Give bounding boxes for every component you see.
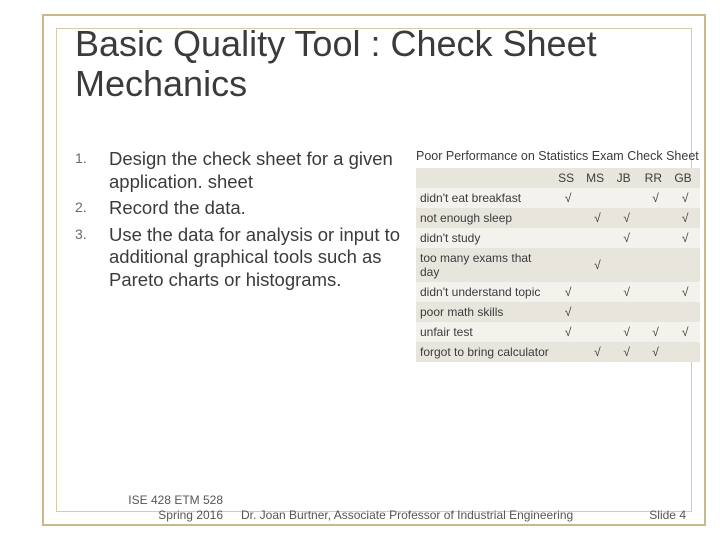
mark-cell: √ xyxy=(554,322,582,342)
footer: ISE 428 ETM 528 Spring 2016 Dr. Joan Bur… xyxy=(95,493,690,522)
mark-cell: √ xyxy=(641,322,671,342)
mark-cell: √ xyxy=(670,208,700,228)
mark-cell: √ xyxy=(554,282,582,302)
mark-cell xyxy=(641,208,671,228)
row-label: unfair test xyxy=(416,322,554,342)
mark-cell xyxy=(670,342,700,362)
mark-cell xyxy=(582,188,612,208)
mark-cell: √ xyxy=(670,228,700,248)
table-row: too many exams that day √ xyxy=(416,248,700,282)
col-header: MS xyxy=(582,168,612,188)
mark-cell xyxy=(582,228,612,248)
mark-cell xyxy=(641,282,671,302)
table-row: not enough sleep √ √ √ xyxy=(416,208,700,228)
slide-title: Basic Quality Tool : Check Sheet Mechani… xyxy=(75,24,680,103)
footer-author: Dr. Joan Burtner, Associate Professor of… xyxy=(235,508,620,522)
table-row: poor math skills √ xyxy=(416,302,700,322)
mark-cell: √ xyxy=(641,342,671,362)
row-label: forgot to bring calculator xyxy=(416,342,554,362)
steps-list: Design the check sheet for a given appli… xyxy=(75,148,410,362)
table-row: forgot to bring calculator √ √ √ xyxy=(416,342,700,362)
content-row: Design the check sheet for a given appli… xyxy=(75,148,700,362)
mark-cell: √ xyxy=(670,322,700,342)
list-item: Record the data. xyxy=(75,197,410,220)
row-label: didn't eat breakfast xyxy=(416,188,554,208)
col-header: SS xyxy=(554,168,582,188)
mark-cell: √ xyxy=(670,282,700,302)
mark-cell xyxy=(554,228,582,248)
mark-cell: √ xyxy=(613,228,641,248)
mark-cell xyxy=(641,228,671,248)
list-item: Design the check sheet for a given appli… xyxy=(75,148,410,193)
check-sheet: Poor Performance on Statistics Exam Chec… xyxy=(416,148,700,362)
mark-cell: √ xyxy=(554,302,582,322)
list-item: Use the data for analysis or input to ad… xyxy=(75,224,410,292)
mark-cell: √ xyxy=(670,188,700,208)
check-sheet-title: Poor Performance on Statistics Exam Chec… xyxy=(416,148,700,164)
table-row: didn't eat breakfast √ √ √ xyxy=(416,188,700,208)
footer-slide-number: Slide 4 xyxy=(620,508,690,522)
col-header: RR xyxy=(641,168,671,188)
table-row: didn't study √ √ xyxy=(416,228,700,248)
mark-cell: √ xyxy=(582,248,612,282)
mark-cell: √ xyxy=(613,208,641,228)
mark-cell xyxy=(670,248,700,282)
mark-cell: √ xyxy=(613,282,641,302)
mark-cell: √ xyxy=(613,322,641,342)
mark-cell xyxy=(582,302,612,322)
mark-cell xyxy=(582,282,612,302)
mark-cell xyxy=(554,208,582,228)
mark-cell xyxy=(554,342,582,362)
footer-course: ISE 428 ETM 528 Spring 2016 xyxy=(95,493,235,522)
row-label: didn't study xyxy=(416,228,554,248)
check-sheet-table: SS MS JB RR GB didn't eat breakfast √ √ … xyxy=(416,168,700,362)
col-header: JB xyxy=(613,168,641,188)
mark-cell: √ xyxy=(613,342,641,362)
row-label: not enough sleep xyxy=(416,208,554,228)
row-label: too many exams that day xyxy=(416,248,554,282)
mark-cell xyxy=(582,322,612,342)
table-header-row: SS MS JB RR GB xyxy=(416,168,700,188)
mark-cell xyxy=(641,248,671,282)
mark-cell: √ xyxy=(641,188,671,208)
mark-cell xyxy=(670,302,700,322)
mark-cell xyxy=(641,302,671,322)
col-header: GB xyxy=(670,168,700,188)
mark-cell: √ xyxy=(582,208,612,228)
mark-cell xyxy=(613,302,641,322)
row-label: poor math skills xyxy=(416,302,554,322)
mark-cell xyxy=(554,248,582,282)
table-row: didn't understand topic √ √ √ xyxy=(416,282,700,302)
mark-cell: √ xyxy=(582,342,612,362)
mark-cell: √ xyxy=(554,188,582,208)
table-row: unfair test √ √ √ √ xyxy=(416,322,700,342)
mark-cell xyxy=(613,248,641,282)
row-label: didn't understand topic xyxy=(416,282,554,302)
mark-cell xyxy=(613,188,641,208)
